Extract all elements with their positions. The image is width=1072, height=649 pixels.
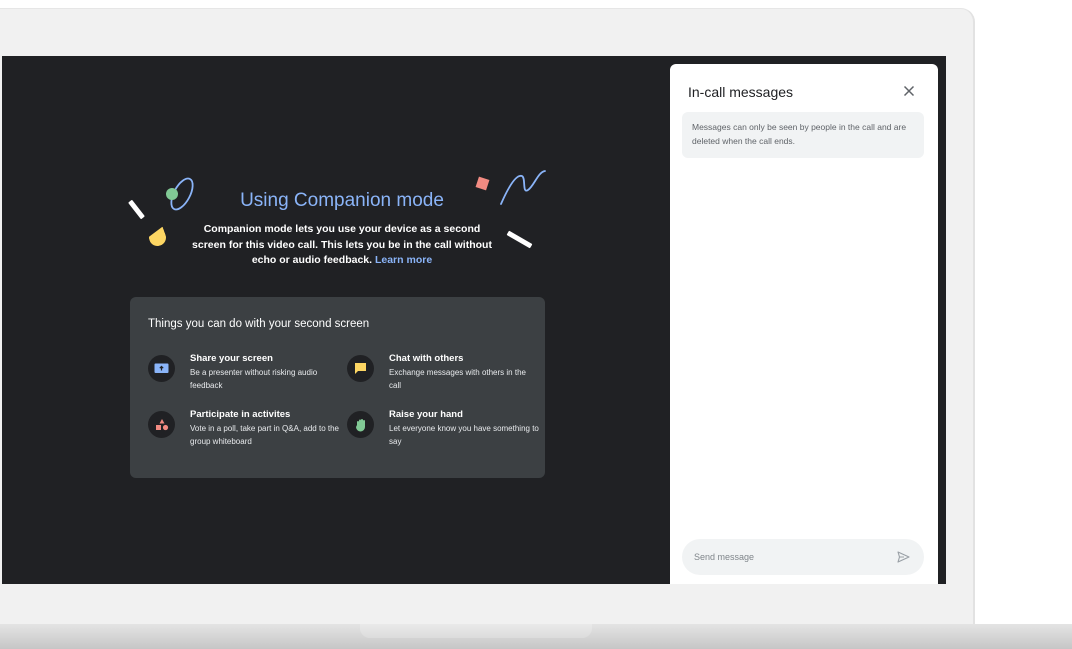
learn-more-link[interactable]: Learn more: [375, 254, 432, 266]
messages-notice: Messages can only be seen by people in t…: [682, 112, 924, 158]
close-icon: [903, 85, 915, 97]
confetti-bar-icon: [128, 199, 145, 220]
feature-title: Raise your hand: [389, 409, 463, 420]
activities-icon: [148, 411, 175, 438]
confetti-half-circle-icon: [147, 227, 169, 249]
send-message-box: [682, 539, 924, 575]
present-screen-icon: [148, 355, 175, 382]
feature-description: Vote in a poll, take part in Q&A, add to…: [190, 424, 339, 446]
panel-title: In-call messages: [688, 84, 794, 100]
feature-chat: Chat with others Exchange messages with …: [347, 353, 537, 403]
in-call-messages-panel: In-call messages Messages can only be se…: [670, 64, 938, 584]
companion-description: Companion mode lets you use your device …: [190, 222, 494, 269]
companion-title: Using Companion mode: [240, 190, 444, 211]
close-panel-button[interactable]: [900, 82, 918, 100]
chat-icon: [347, 355, 374, 382]
feature-title: Participate in activites: [190, 409, 291, 420]
card-title: Things you can do with your second scree…: [148, 318, 370, 330]
confetti-squiggle-icon: [500, 170, 546, 205]
send-icon: [896, 551, 910, 563]
feature-title: Chat with others: [389, 353, 464, 364]
laptop-mockup: Using Companion mode Companion mode lets…: [0, 0, 1072, 649]
feature-share-screen: Share your screen Be a presenter without…: [148, 353, 338, 403]
feature-description: Exchange messages with others in the cal…: [389, 368, 526, 390]
confetti-square-icon: [475, 176, 490, 191]
send-message-input[interactable]: [694, 547, 884, 567]
companion-body-text: Companion mode lets you use your device …: [192, 223, 492, 266]
meet-screen: Using Companion mode Companion mode lets…: [2, 56, 946, 584]
send-message-button[interactable]: [894, 548, 912, 566]
second-screen-features-card: Things you can do with your second scree…: [130, 297, 545, 478]
feature-description: Let everyone know you have something to …: [389, 424, 539, 446]
laptop-base-notch: [360, 624, 592, 638]
feature-title: Share your screen: [190, 353, 273, 364]
confetti-bar-icon: [506, 230, 533, 249]
raise-hand-icon: [347, 411, 374, 438]
feature-activities: Participate in activites Vote in a poll,…: [148, 409, 339, 459]
feature-description: Be a presenter without risking audio fee…: [190, 368, 318, 390]
feature-raise-hand: Raise your hand Let everyone know you ha…: [347, 409, 539, 459]
